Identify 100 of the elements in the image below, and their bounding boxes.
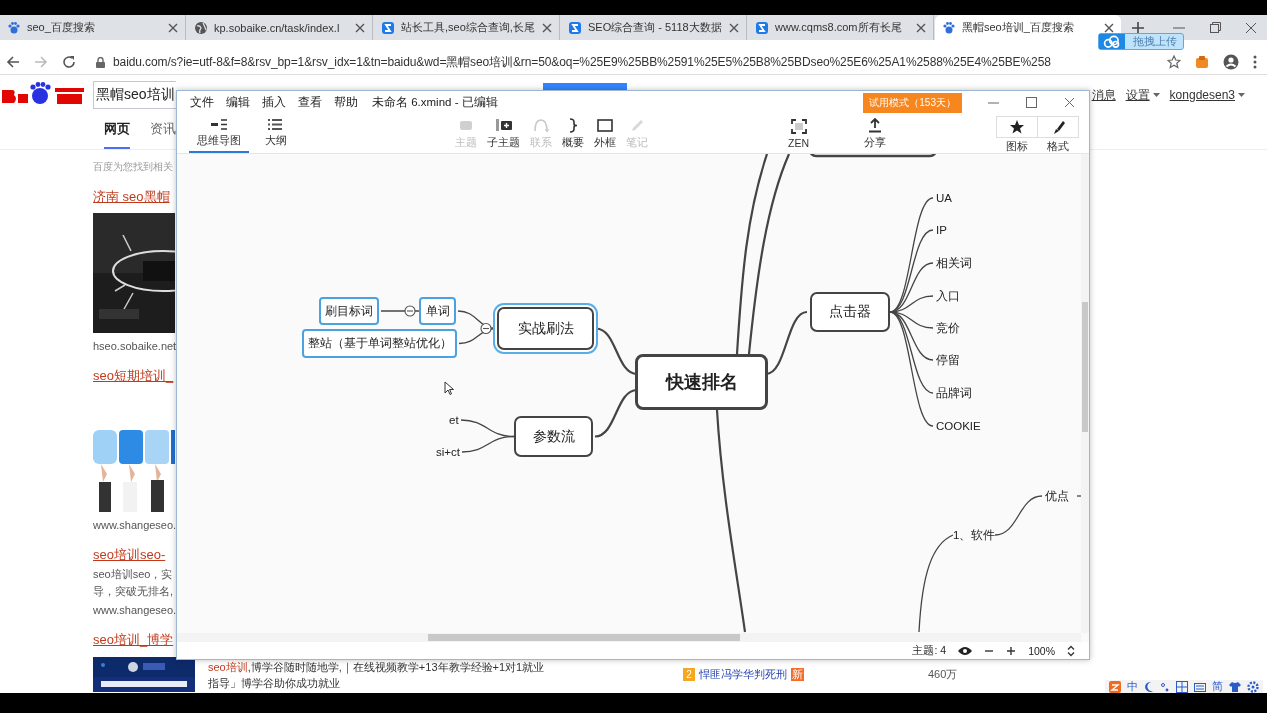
keyboard-icon[interactable] bbox=[1194, 680, 1206, 693]
topic-label[interactable]: 相关词 bbox=[936, 255, 972, 271]
topic-node[interactable]: 整站（基于单词整站优化） bbox=[302, 329, 457, 358]
view-tab[interactable]: 大纲 bbox=[257, 114, 295, 153]
topic-node[interactable] bbox=[808, 154, 938, 158]
cursor-icon bbox=[444, 381, 454, 395]
topic-node[interactable]: 快速排名 bbox=[635, 354, 768, 410]
new-badge: 新 bbox=[791, 668, 804, 681]
subtopic-icon bbox=[495, 117, 512, 133]
search-field[interactable]: 黑帽seo培训 bbox=[93, 81, 176, 109]
nav-link[interactable]: 设置 bbox=[1125, 86, 1160, 104]
brush-icon bbox=[1037, 115, 1079, 138]
tab-icon bbox=[942, 20, 956, 35]
close-icon[interactable] bbox=[729, 22, 739, 33]
tab-icon bbox=[568, 20, 582, 35]
branch-line bbox=[1076, 495, 1084, 497]
topic-label[interactable]: COOKIE bbox=[936, 418, 981, 434]
extension-icon[interactable] bbox=[1195, 55, 1209, 69]
topic-label[interactable]: 停留 bbox=[936, 352, 960, 368]
hot-link[interactable]: 悍匪冯学华判死刑 bbox=[699, 667, 787, 682]
toolbar-button[interactable]: 分享 bbox=[864, 114, 886, 153]
collapse-toggle[interactable] bbox=[404, 305, 416, 317]
restore-icon[interactable] bbox=[1209, 21, 1221, 34]
close-icon[interactable] bbox=[1064, 97, 1075, 108]
close-icon[interactable] bbox=[1104, 22, 1114, 33]
menu-icon[interactable] bbox=[1253, 55, 1257, 69]
toolbar-button[interactable]: 外框 bbox=[594, 114, 616, 153]
hot-count: 460万 bbox=[928, 667, 958, 682]
connector-line bbox=[461, 435, 515, 453]
topic-label[interactable]: IP bbox=[936, 222, 947, 238]
moon-icon[interactable] bbox=[1144, 680, 1154, 693]
tab-icon bbox=[381, 20, 395, 35]
grid-icon[interactable] bbox=[1176, 680, 1188, 693]
topic-node[interactable]: 参数流 bbox=[514, 416, 593, 457]
close-icon[interactable] bbox=[168, 22, 178, 33]
tab-icon bbox=[7, 20, 21, 35]
menu-item[interactable]: 文件 bbox=[190, 95, 214, 110]
menu-item[interactable]: 查看 bbox=[298, 95, 322, 110]
result-link[interactable]: seo短期培训_ bbox=[93, 367, 174, 385]
eye-icon[interactable] bbox=[958, 645, 973, 656]
topic-label[interactable]: si+ct bbox=[436, 444, 460, 460]
topic-label[interactable]: 优点 bbox=[1045, 488, 1069, 504]
star-icon[interactable] bbox=[1167, 55, 1181, 69]
back-icon[interactable] bbox=[6, 55, 20, 69]
result-link[interactable]: 济南 seo黑帽 bbox=[93, 188, 170, 206]
rank-badge: 2 bbox=[683, 668, 695, 681]
fullscreen-icon bbox=[790, 118, 807, 134]
settings-icon[interactable] bbox=[1247, 680, 1259, 693]
menu-item[interactable]: 插入 bbox=[262, 95, 286, 110]
boundary-icon bbox=[597, 117, 613, 133]
profile-icon[interactable] bbox=[1223, 54, 1239, 70]
toolbar-button[interactable]: 概要 bbox=[562, 114, 584, 153]
panel-button[interactable]: 图标 bbox=[996, 115, 1038, 152]
reload-icon[interactable] bbox=[62, 55, 76, 69]
punctuation-icon[interactable] bbox=[1160, 680, 1170, 693]
topic-label[interactable]: 入口 bbox=[936, 288, 960, 304]
zoom-level: 100% bbox=[1028, 644, 1055, 657]
nav-link[interactable]: 消息 bbox=[1091, 86, 1116, 104]
collapse-toggle[interactable] bbox=[480, 322, 492, 335]
topic-node[interactable]: 刷目标词 bbox=[319, 297, 379, 325]
nav-link[interactable]: kongdesen3 bbox=[1169, 86, 1245, 104]
result-count: 百度为您找到相关 bbox=[93, 160, 173, 174]
shirt-icon[interactable] bbox=[1229, 680, 1241, 693]
topic-node[interactable]: 点击器 bbox=[810, 292, 890, 332]
topic-label[interactable]: UA bbox=[936, 190, 952, 206]
ime-script[interactable]: 简 bbox=[1212, 680, 1223, 693]
result-link[interactable]: seo培训seo- bbox=[93, 546, 166, 564]
topic-label[interactable]: 竞价 bbox=[936, 320, 960, 336]
topic-node[interactable]: 单词 bbox=[419, 297, 456, 325]
topic-label[interactable]: et bbox=[449, 412, 459, 428]
close-icon[interactable] bbox=[542, 22, 552, 33]
toolbar-button[interactable]: 子主题 bbox=[487, 114, 520, 153]
connector-line bbox=[994, 495, 1043, 536]
topic-label[interactable]: 品牌词 bbox=[936, 385, 972, 401]
maximize-icon[interactable] bbox=[1026, 97, 1037, 108]
topic-label[interactable]: 1、软件 bbox=[953, 527, 996, 543]
menu-item[interactable]: 帮助 bbox=[334, 95, 358, 110]
connector-line bbox=[595, 327, 638, 376]
close-icon[interactable] bbox=[355, 22, 365, 33]
new-tab-icon[interactable] bbox=[1132, 21, 1144, 34]
stepper-icon[interactable] bbox=[1067, 644, 1075, 657]
scrollbar-thumb[interactable] bbox=[1082, 302, 1088, 432]
result-link[interactable]: seo培训_博学 bbox=[93, 631, 174, 649]
result-url: www.shangeseo. bbox=[93, 518, 177, 532]
menu-item[interactable]: 编辑 bbox=[226, 95, 250, 110]
search-tab[interactable]: 网页 bbox=[104, 120, 130, 149]
zoom-in-icon[interactable] bbox=[1006, 645, 1017, 656]
search-tab[interactable]: 资讯 bbox=[150, 120, 176, 149]
scrollbar-thumb[interactable] bbox=[428, 634, 740, 641]
pen-icon bbox=[629, 117, 645, 133]
toolbar-button[interactable]: ZEN bbox=[788, 114, 809, 153]
caret-icon bbox=[1152, 93, 1160, 97]
topic-count: 主题: 4 bbox=[912, 643, 947, 658]
panel-button[interactable]: 格式 bbox=[1037, 115, 1079, 152]
ime-mode[interactable]: 中 bbox=[1127, 680, 1138, 693]
ime-logo-icon[interactable] bbox=[1109, 680, 1121, 693]
browser-tab[interactable]: 黑帽seo培训_百度搜索 bbox=[935, 15, 1121, 40]
close-icon[interactable] bbox=[916, 22, 926, 33]
close-icon[interactable] bbox=[1245, 21, 1257, 34]
result-url: hseo.sobaike.net bbox=[93, 339, 177, 353]
